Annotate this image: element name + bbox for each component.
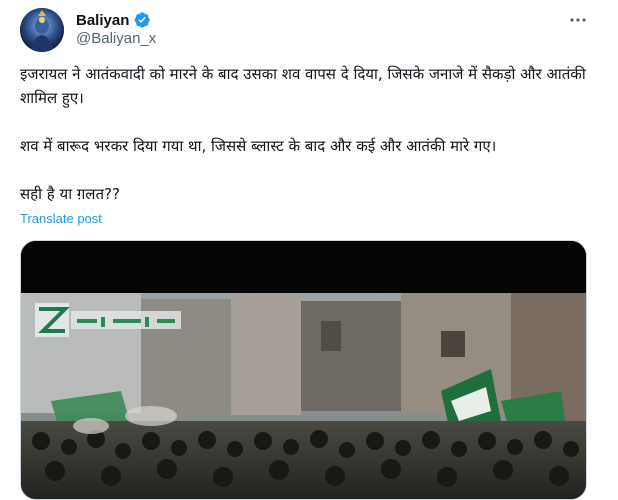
avatar-image [20, 8, 64, 52]
verified-badge-icon [133, 11, 151, 29]
tweet-card: Baliyan @Baliyan_x इजरायल ने आतंकवादी को… [0, 0, 618, 500]
tweet-paragraph: इजरायल ने आतंकवादी को मारने के बाद उसका … [20, 65, 586, 107]
video-player[interactable] [20, 240, 587, 500]
tweet-paragraph: सही है या ग़लत?? [20, 185, 120, 203]
tweet-text: इजरायल ने आतंकवादी को मारने के बाद उसका … [20, 62, 600, 206]
video-frame [21, 241, 586, 499]
display-name[interactable]: Baliyan [76, 12, 129, 29]
avatar[interactable] [20, 8, 64, 52]
tweet-paragraph: शव में बारूद भरकर दिया गया था, जिससे ब्ल… [20, 137, 497, 155]
translate-post-link[interactable]: Translate post [20, 211, 102, 226]
user-handle[interactable]: @Baliyan_x [76, 30, 156, 47]
more-options-icon[interactable] [567, 10, 589, 30]
